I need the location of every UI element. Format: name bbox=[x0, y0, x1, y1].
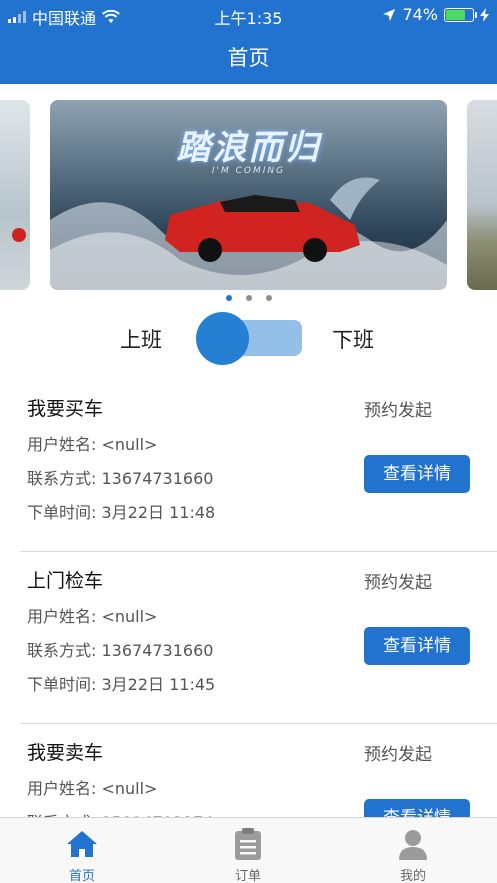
banner-carousel[interactable]: 踏浪而归 I'M COMING bbox=[0, 100, 497, 290]
order-contact: 联系方式: 13674731660 bbox=[27, 641, 214, 660]
order-status: 预约发起 bbox=[364, 745, 432, 765]
view-details-button[interactable]: 查看详情 bbox=[364, 455, 470, 493]
banner-title: 踏浪而归 bbox=[176, 128, 321, 168]
order-user-name: 用户姓名: <null> bbox=[27, 435, 158, 454]
shift-toggle-knob[interactable] bbox=[196, 312, 249, 365]
charging-bolt-icon bbox=[480, 7, 489, 22]
app-header: 中国联通 上午1:35 74% 首页 bbox=[0, 0, 497, 84]
status-right: 74% bbox=[382, 5, 489, 24]
battery-icon bbox=[444, 7, 477, 22]
tab-orders[interactable]: 订单 bbox=[188, 818, 308, 883]
shift-toggle-row: 上班 下班 bbox=[0, 310, 497, 366]
order-status: 预约发起 bbox=[364, 401, 432, 421]
banner-subtitle: I'M COMING bbox=[211, 166, 286, 176]
tab-profile[interactable]: 我的 bbox=[353, 818, 473, 883]
tab-orders-label: 订单 bbox=[234, 869, 261, 883]
order-title: 我要买车 bbox=[27, 398, 104, 420]
carousel-dot[interactable] bbox=[245, 295, 252, 301]
off-duty-label: 下班 bbox=[332, 328, 374, 352]
order-status: 预约发起 bbox=[364, 573, 432, 593]
carousel-dot[interactable] bbox=[225, 295, 232, 301]
carousel-slide-next[interactable] bbox=[467, 100, 497, 290]
carousel-slide-prev[interactable] bbox=[0, 100, 30, 290]
user-icon bbox=[399, 830, 427, 860]
battery-percent: 74% bbox=[402, 5, 438, 24]
tab-bar: 首页 订单 我的 bbox=[0, 817, 497, 883]
tab-home[interactable]: 首页 bbox=[22, 818, 142, 883]
clipboard-icon bbox=[235, 828, 261, 860]
carousel-dot[interactable] bbox=[265, 295, 272, 301]
order-card: 我要买车 预约发起 用户姓名: <null> 联系方式: 13674731660… bbox=[0, 380, 497, 552]
battery-level-fill bbox=[446, 9, 466, 20]
page-title: 首页 bbox=[227, 46, 270, 70]
on-duty-label: 上班 bbox=[120, 328, 162, 352]
order-time: 下单时间: 3月22日 11:45 bbox=[27, 675, 216, 694]
tab-home-label: 首页 bbox=[68, 869, 95, 883]
order-list: 我要买车 预约发起 用户姓名: <null> 联系方式: 13674731660… bbox=[0, 380, 497, 883]
tab-profile-label: 我的 bbox=[399, 869, 426, 883]
carousel-slide-current[interactable]: 踏浪而归 I'M COMING bbox=[50, 100, 447, 290]
carousel-page-indicator[interactable] bbox=[0, 295, 497, 301]
order-user-name: 用户姓名: <null> bbox=[27, 607, 158, 626]
view-details-button[interactable]: 查看详情 bbox=[364, 627, 470, 665]
order-time: 下单时间: 3月22日 11:48 bbox=[27, 503, 216, 522]
home-icon bbox=[67, 831, 97, 857]
location-arrow-icon bbox=[383, 8, 396, 21]
prev-slide-car bbox=[12, 228, 26, 242]
order-user-name: 用户姓名: <null> bbox=[27, 779, 158, 798]
order-title: 上门检车 bbox=[27, 570, 104, 592]
order-contact: 联系方式: 13674731660 bbox=[27, 469, 214, 488]
order-card: 上门检车 预约发起 用户姓名: <null> 联系方式: 13674731660… bbox=[0, 552, 497, 724]
order-title: 我要卖车 bbox=[27, 742, 104, 764]
status-bar: 中国联通 上午1:35 74% bbox=[0, 0, 497, 30]
